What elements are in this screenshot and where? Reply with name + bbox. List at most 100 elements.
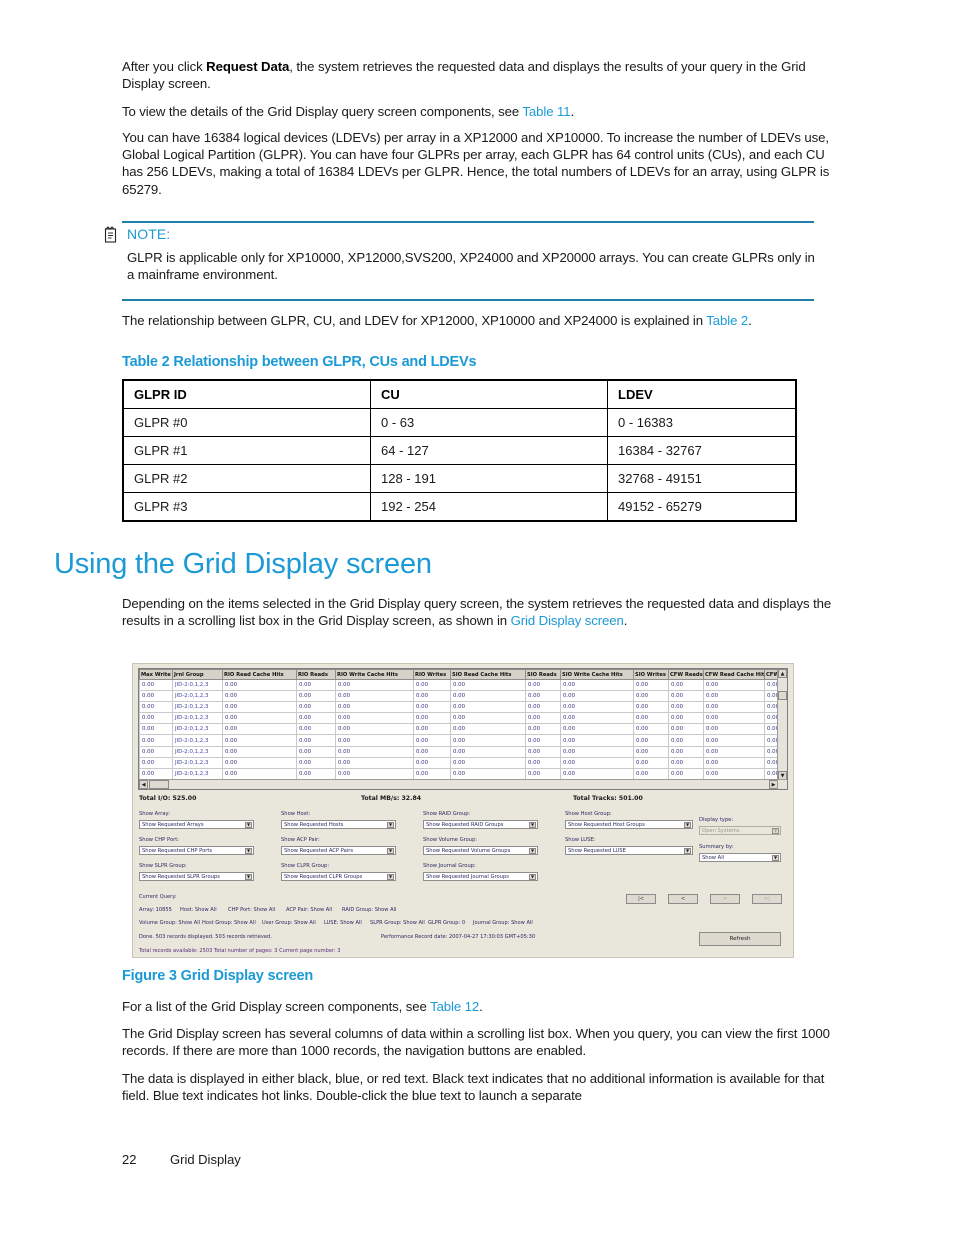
grid-cell[interactable]: 0.00	[139, 746, 173, 758]
grid-cell[interactable]: 0.00	[335, 768, 414, 780]
grid-column-header-max-write[interactable]: Max Write	[139, 669, 173, 680]
grid-cell[interactable]: 0.00	[703, 746, 765, 758]
grid-list-box[interactable]: Max Write Jrnl Group RIO Read Cache Hits RI…	[138, 668, 788, 790]
chevron-down-icon[interactable]: ▼	[529, 822, 536, 828]
grid-column-header-rio-reads[interactable]: RIO Reads	[296, 669, 336, 680]
grid-horizontal-scrollbar[interactable]: ◀ ▶	[139, 779, 787, 789]
grid-cell[interactable]: 0.00	[413, 757, 451, 769]
grid-cell[interactable]: 0.00	[525, 768, 561, 780]
chevron-down-icon[interactable]: ▼	[772, 828, 779, 834]
grid-cell[interactable]: 0.00	[668, 768, 704, 780]
nav-next-page-button[interactable]: >	[710, 894, 740, 904]
grid-row[interactable]: 0.00 JID-2:0,1,2,3 0.00 0.00 0.00 0.00 0.00 0.0…	[139, 690, 787, 703]
grid-row[interactable]: 0.00 JID-2:0,1,2,3 0.00 0.00 0.00 0.00 0.00 0.0…	[139, 757, 787, 769]
grid-cell[interactable]: 0.00	[296, 734, 336, 747]
grid-cell[interactable]: 0.00	[450, 679, 526, 692]
grid-cell[interactable]: 0.00	[560, 734, 634, 747]
grid-row[interactable]: 0.00 JID-2:0,1,2,3 0.00 0.00 0.00 0.00 0.00 0.0…	[139, 734, 787, 747]
chevron-down-icon[interactable]: ▼	[387, 874, 394, 880]
chevron-down-icon[interactable]: ▼	[772, 855, 779, 861]
scroll-up-arrow-icon[interactable]: ▲	[778, 669, 787, 678]
grid-cell[interactable]: 0.00	[296, 679, 336, 692]
grid-cell[interactable]: 0.00	[560, 746, 634, 758]
grid-cell[interactable]: 0.00	[703, 757, 765, 769]
grid-cell[interactable]: 0.00	[668, 757, 704, 769]
chevron-down-icon[interactable]: ▼	[387, 822, 394, 828]
grid-cell[interactable]: 0.00	[560, 768, 634, 780]
grid-cell[interactable]: 0.00	[139, 723, 173, 736]
grid-cell[interactable]: 0.00	[335, 757, 414, 769]
show-host-select[interactable]: Show Requested Hosts ▼	[281, 820, 396, 829]
grid-cell[interactable]: 0.00	[296, 757, 336, 769]
link-table-12[interactable]: Table 12	[430, 999, 479, 1014]
grid-cell[interactable]: 0.00	[450, 757, 526, 769]
show-journal-group-select[interactable]: Show Requested Journal Groups ▼	[423, 872, 538, 881]
grid-cell[interactable]: JID-2:0,1,2,3	[172, 712, 223, 725]
show-luse-select[interactable]: Show Requested LUSE ▼	[565, 846, 693, 855]
chevron-down-icon[interactable]: ▼	[245, 822, 252, 828]
grid-cell[interactable]: 0.00	[633, 746, 669, 758]
grid-cell[interactable]: 0.00	[413, 768, 451, 780]
grid-column-header-rio-writes[interactable]: RIO Writes	[413, 669, 451, 680]
grid-cell[interactable]: 0.00	[222, 768, 297, 780]
grid-cell[interactable]: 0.00	[668, 712, 704, 725]
grid-cell[interactable]: 0.00	[525, 679, 561, 692]
grid-cell[interactable]: 0.00	[633, 701, 669, 714]
grid-cell[interactable]: JID-2:0,1,2,3	[172, 690, 223, 703]
grid-cell[interactable]: 0.00	[296, 690, 336, 703]
chevron-down-icon[interactable]: ▼	[684, 848, 691, 854]
chevron-down-icon[interactable]: ▼	[387, 848, 394, 854]
grid-cell[interactable]: 0.00	[222, 701, 297, 714]
grid-cell[interactable]: 0.00	[633, 734, 669, 747]
grid-column-header-cfw-reads[interactable]: CFW Reads	[668, 669, 704, 680]
grid-cell[interactable]: 0.00	[525, 690, 561, 703]
grid-header-row[interactable]: Max Write Jrnl Group RIO Read Cache Hits RI…	[139, 669, 787, 680]
show-array-select[interactable]: Show Requested Arrays ▼	[139, 820, 254, 829]
grid-cell[interactable]: JID-2:0,1,2,3	[172, 768, 223, 780]
link-grid-display-screen[interactable]: Grid Display screen	[511, 613, 624, 628]
nav-prev-page-button[interactable]: <	[668, 894, 698, 904]
grid-cell[interactable]: 0.00	[703, 723, 765, 736]
grid-cell[interactable]: 0.00	[222, 734, 297, 747]
grid-cell[interactable]: 0.00	[139, 768, 173, 780]
show-raid-group-select[interactable]: Show Requested RAID Groups ▼	[423, 820, 538, 829]
show-clpr-group-select[interactable]: Show Requested CLPR Groups ▼	[281, 872, 396, 881]
grid-cell[interactable]: 0.00	[222, 757, 297, 769]
grid-cell[interactable]: 0.00	[703, 679, 765, 692]
grid-row[interactable]: 0.00 JID-2:0,1,2,3 0.00 0.00 0.00 0.00 0.00 0.0…	[139, 701, 787, 714]
grid-cell[interactable]: 0.00	[703, 690, 765, 703]
chevron-down-icon[interactable]: ▼	[529, 848, 536, 854]
grid-cell[interactable]: 0.00	[450, 701, 526, 714]
grid-cell[interactable]: 0.00	[633, 712, 669, 725]
grid-cell[interactable]: 0.00	[222, 679, 297, 692]
grid-cell[interactable]: 0.00	[450, 768, 526, 780]
grid-column-header-sio-write-cache-hits[interactable]: SIO Write Cache Hits	[560, 669, 634, 680]
grid-cell[interactable]: 0.00	[139, 701, 173, 714]
grid-cell[interactable]: 0.00	[335, 723, 414, 736]
grid-cell[interactable]: JID-2:0,1,2,3	[172, 701, 223, 714]
grid-column-header-sio-read-cache-hits[interactable]: SIO Read Cache Hits	[450, 669, 526, 680]
grid-cell[interactable]: 0.00	[560, 757, 634, 769]
show-acp-pair-select[interactable]: Show Requested ACP Pairs ▼	[281, 846, 396, 855]
grid-cell[interactable]: 0.00	[335, 746, 414, 758]
grid-cell[interactable]: 0.00	[335, 712, 414, 725]
grid-cell[interactable]: 0.00	[703, 734, 765, 747]
grid-cell[interactable]: 0.00	[139, 734, 173, 747]
summary-by-select[interactable]: Show All ▼	[699, 853, 781, 862]
grid-cell[interactable]: 0.00	[525, 757, 561, 769]
grid-horizontal-scroll-thumb[interactable]	[149, 780, 169, 789]
grid-cell[interactable]: 0.00	[139, 712, 173, 725]
grid-cell[interactable]: 0.00	[668, 746, 704, 758]
grid-column-header-cfw-read-cache-hit[interactable]: CFW Read Cache Hit	[703, 669, 765, 680]
grid-cell[interactable]: 0.00	[633, 757, 669, 769]
grid-cell[interactable]: JID-2:0,1,2,3	[172, 757, 223, 769]
chevron-down-icon[interactable]: ▼	[529, 874, 536, 880]
grid-row[interactable]: 0.00 JID-2:0,1,2,3 0.00 0.00 0.00 0.00 0.00 0.0…	[139, 679, 787, 692]
grid-cell[interactable]: JID-2:0,1,2,3	[172, 723, 223, 736]
grid-column-header-rio-write-cache-hits[interactable]: RIO Write Cache Hits	[335, 669, 414, 680]
grid-row[interactable]: 0.00 JID-2:0,1,2,3 0.00 0.00 0.00 0.00 0.00 0.0…	[139, 723, 787, 736]
grid-column-header-sio-reads[interactable]: SIO Reads	[525, 669, 561, 680]
grid-cell[interactable]: 0.00	[525, 746, 561, 758]
grid-cell[interactable]: 0.00	[450, 690, 526, 703]
grid-cell[interactable]: 0.00	[668, 701, 704, 714]
